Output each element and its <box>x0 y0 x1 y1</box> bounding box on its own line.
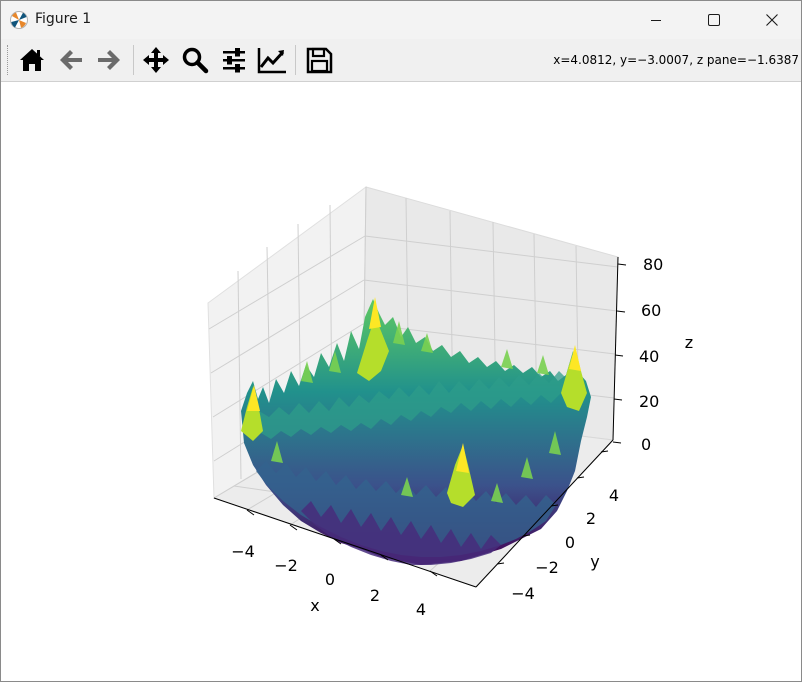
figure-window: Figure 1 x=4.0812, y=−3.0007, z pane=−1.… <box>0 0 802 682</box>
x-tick-label: 0 <box>325 570 335 589</box>
toolbar-separator <box>133 45 134 75</box>
cursor-coordinates: x=4.0812, y=−3.0007, z pane=−1.6387 <box>553 53 799 67</box>
y-tick-label: −4 <box>511 584 535 603</box>
pan-icon <box>143 47 169 73</box>
close-icon <box>766 14 778 26</box>
minimize-button[interactable] <box>627 1 685 39</box>
minimize-icon <box>651 20 661 21</box>
matplotlib-icon <box>10 11 28 29</box>
zoom-icon <box>182 47 209 74</box>
home-icon <box>20 49 44 71</box>
z-tick-label: 40 <box>639 347 659 366</box>
edit-axes-icon <box>257 48 286 74</box>
x-tick-label: −2 <box>274 556 298 575</box>
y-tick-label: 4 <box>609 486 619 505</box>
edit-axes-button[interactable] <box>255 43 289 77</box>
pan-button[interactable] <box>139 43 173 77</box>
toolbar-separator <box>295 45 296 75</box>
window-title: Figure 1 <box>35 11 92 27</box>
forward-button[interactable] <box>92 43 126 77</box>
x-tick-label: −4 <box>231 542 255 561</box>
z-tick-label: 20 <box>639 392 659 411</box>
x-tick-label: 4 <box>416 600 426 619</box>
back-button[interactable] <box>54 43 88 77</box>
home-button[interactable] <box>15 43 49 77</box>
title-bar[interactable]: Figure 1 <box>1 1 801 39</box>
save-icon <box>306 47 333 74</box>
close-button[interactable] <box>743 1 801 39</box>
z-tick-label: 60 <box>641 301 661 320</box>
forward-arrow-icon <box>98 50 120 70</box>
back-arrow-icon <box>60 50 82 70</box>
y-tick-label: 2 <box>586 509 596 528</box>
configure-subplots-button[interactable] <box>217 43 251 77</box>
z-axis-label: z <box>685 333 693 352</box>
x-tick-label: 2 <box>370 586 380 605</box>
y-tick-label: −2 <box>535 558 559 577</box>
configure-subplots-icon <box>223 48 245 73</box>
figure-canvas[interactable]: −4 −2 0 2 4 x −4 −2 0 2 4 y 0 20 40 60 8… <box>1 81 801 681</box>
z-tick-label: 80 <box>643 255 663 274</box>
maximize-button[interactable] <box>685 1 743 39</box>
z-tick-label: 0 <box>641 435 651 454</box>
save-button[interactable] <box>302 43 336 77</box>
toolbar-grip[interactable] <box>7 45 10 75</box>
y-axis-label: y <box>590 552 599 571</box>
maximize-icon <box>708 14 720 26</box>
zoom-button[interactable] <box>178 43 212 77</box>
x-axis-label: x <box>310 596 319 615</box>
y-tick-label: 0 <box>565 533 575 552</box>
